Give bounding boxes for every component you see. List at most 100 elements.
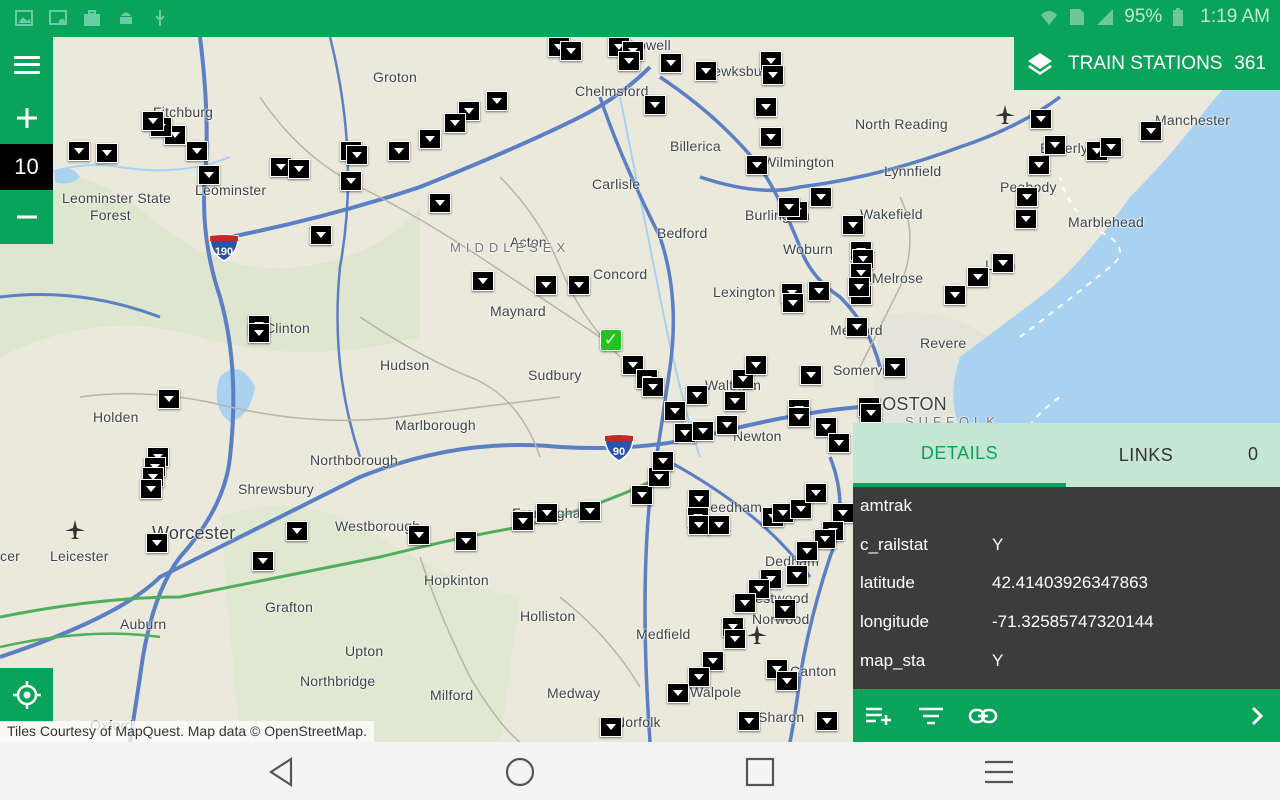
station-marker[interactable] — [695, 61, 717, 81]
my-location-button[interactable] — [0, 668, 53, 722]
station-marker[interactable] — [708, 515, 730, 535]
station-marker[interactable] — [776, 671, 798, 691]
station-marker[interactable] — [535, 275, 557, 295]
station-marker[interactable] — [1015, 209, 1037, 229]
station-marker[interactable] — [652, 451, 674, 471]
station-marker[interactable] — [810, 187, 832, 207]
station-marker[interactable] — [724, 391, 746, 411]
station-marker[interactable] — [310, 225, 332, 245]
station-marker[interactable] — [68, 141, 90, 161]
station-marker[interactable] — [967, 267, 989, 287]
station-marker[interactable] — [808, 281, 830, 301]
station-marker[interactable] — [734, 593, 756, 613]
station-marker[interactable] — [762, 65, 784, 85]
station-marker[interactable] — [146, 533, 168, 553]
station-marker[interactable] — [846, 317, 868, 337]
station-marker[interactable] — [346, 145, 368, 165]
overflow-menu-button[interactable] — [982, 755, 1016, 789]
station-marker[interactable] — [600, 717, 622, 737]
station-marker[interactable] — [944, 285, 966, 305]
station-marker[interactable] — [186, 141, 208, 161]
station-marker[interactable] — [1016, 187, 1038, 207]
station-marker[interactable] — [340, 171, 362, 191]
recents-button[interactable] — [743, 755, 777, 789]
filter-button[interactable] — [905, 689, 957, 742]
station-marker[interactable] — [1100, 137, 1122, 157]
station-marker[interactable] — [745, 355, 767, 375]
menu-button[interactable] — [0, 37, 53, 92]
station-marker[interactable] — [96, 143, 118, 163]
station-marker[interactable] — [472, 271, 494, 291]
station-marker[interactable] — [724, 629, 746, 649]
station-marker[interactable] — [664, 401, 686, 421]
station-marker[interactable] — [774, 599, 796, 619]
station-marker[interactable] — [444, 113, 466, 133]
tab-links[interactable]: LINKS — [1066, 423, 1226, 487]
station-marker[interactable] — [512, 511, 534, 531]
selected-station-marker[interactable]: ✓ — [600, 329, 622, 351]
station-marker[interactable] — [832, 503, 854, 523]
zoom-in-button[interactable] — [0, 92, 53, 144]
station-marker[interactable] — [660, 53, 682, 73]
station-marker[interactable] — [536, 503, 558, 523]
station-marker[interactable] — [486, 91, 508, 111]
tab-details[interactable]: DETAILS — [853, 423, 1066, 487]
back-button[interactable] — [264, 755, 298, 789]
station-marker[interactable] — [631, 485, 653, 505]
station-marker[interactable] — [992, 253, 1014, 273]
station-marker[interactable] — [842, 215, 864, 235]
station-marker[interactable] — [738, 711, 760, 731]
station-marker[interactable] — [419, 129, 441, 149]
station-marker[interactable] — [755, 97, 777, 117]
station-marker[interactable] — [816, 711, 838, 731]
station-marker[interactable] — [140, 479, 162, 499]
station-marker[interactable] — [248, 323, 270, 343]
station-marker[interactable] — [860, 403, 882, 423]
station-marker[interactable] — [388, 141, 410, 161]
station-marker[interactable] — [1030, 109, 1052, 129]
station-marker[interactable] — [618, 51, 640, 71]
station-marker[interactable] — [288, 159, 310, 179]
station-marker[interactable] — [884, 357, 906, 377]
station-marker[interactable] — [796, 541, 818, 561]
station-marker[interactable] — [667, 683, 689, 703]
link-button[interactable] — [957, 689, 1009, 742]
station-marker[interactable] — [1140, 121, 1162, 141]
station-marker[interactable] — [1028, 155, 1050, 175]
station-marker[interactable] — [800, 365, 822, 385]
station-marker[interactable] — [579, 501, 601, 521]
station-marker[interactable] — [828, 433, 850, 453]
station-marker[interactable] — [1044, 135, 1066, 155]
station-marker[interactable] — [429, 193, 451, 213]
station-marker[interactable] — [158, 389, 180, 409]
station-marker[interactable] — [786, 565, 808, 585]
station-marker[interactable] — [746, 155, 768, 175]
station-marker[interactable] — [688, 489, 710, 509]
station-marker[interactable] — [688, 667, 710, 687]
station-marker[interactable] — [778, 197, 800, 217]
station-marker[interactable] — [716, 415, 738, 435]
station-marker[interactable] — [788, 407, 810, 427]
station-marker[interactable] — [286, 521, 308, 541]
layer-selector[interactable]: TRAIN STATIONS 361 — [1014, 37, 1280, 90]
zoom-out-button[interactable] — [0, 190, 53, 244]
next-feature-button[interactable] — [1246, 703, 1268, 734]
station-marker[interactable] — [805, 483, 827, 503]
station-marker[interactable] — [408, 525, 430, 545]
add-to-list-button[interactable] — [853, 689, 905, 742]
station-marker[interactable] — [455, 531, 477, 551]
station-marker[interactable] — [848, 277, 870, 297]
station-marker[interactable] — [642, 377, 664, 397]
station-marker[interactable] — [560, 41, 582, 61]
station-marker[interactable] — [644, 95, 666, 115]
station-marker[interactable] — [692, 421, 714, 441]
station-marker[interactable] — [198, 165, 220, 185]
station-marker[interactable] — [782, 293, 804, 313]
station-marker[interactable] — [686, 385, 708, 405]
station-marker[interactable] — [688, 515, 710, 535]
station-marker[interactable] — [568, 275, 590, 295]
station-marker[interactable] — [142, 111, 164, 131]
station-marker[interactable] — [252, 551, 274, 571]
home-button[interactable] — [503, 755, 537, 789]
station-marker[interactable] — [760, 127, 782, 147]
